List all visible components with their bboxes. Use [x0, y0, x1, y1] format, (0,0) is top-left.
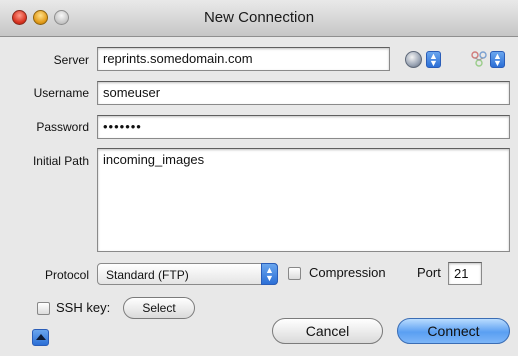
protocol-label: Protocol	[44, 268, 89, 282]
protocol-select-value: Standard (FTP)	[106, 268, 189, 282]
title-bar[interactable]: New Connection	[0, 0, 518, 37]
initial-path-field[interactable]: incoming_images	[97, 148, 510, 252]
bonjour-menu-stepper[interactable]: ▲ ▼	[426, 51, 441, 68]
bookmarks-menu-stepper[interactable]: ▲ ▼	[490, 51, 505, 68]
ssh-key-label: SSH key:	[56, 300, 111, 315]
bookmark-icon[interactable]	[470, 51, 488, 68]
password-label: Password	[36, 120, 89, 134]
protocol-select[interactable]: Standard (FTP) ▲ ▼	[97, 263, 278, 285]
bonjour-icon[interactable]	[405, 51, 422, 68]
server-field[interactable]: reprints.somedomain.com	[97, 47, 390, 71]
window-title: New Connection	[203, 9, 315, 26]
connect-button[interactable]: Connect	[397, 318, 510, 344]
disclosure-triangle-icon[interactable]	[32, 329, 49, 346]
username-field[interactable]: someuser	[97, 81, 510, 105]
port-field[interactable]: 21	[448, 262, 482, 285]
chevron-updown-icon: ▲ ▼	[261, 263, 278, 285]
port-label: Port	[417, 265, 441, 280]
select-key-button[interactable]: Select	[123, 297, 195, 319]
initial-path-label: Initial Path	[32, 154, 89, 168]
cancel-button[interactable]: Cancel	[272, 318, 383, 344]
ssh-key-checkbox[interactable]	[37, 302, 50, 315]
new-connection-window: New Connection Server reprints.somedomai…	[0, 0, 518, 356]
server-label: Server	[53, 53, 89, 67]
compression-checkbox[interactable]	[288, 267, 301, 280]
compression-label: Compression	[309, 265, 386, 280]
password-field[interactable]: •••••••	[97, 115, 510, 139]
username-label: Username	[33, 86, 89, 100]
